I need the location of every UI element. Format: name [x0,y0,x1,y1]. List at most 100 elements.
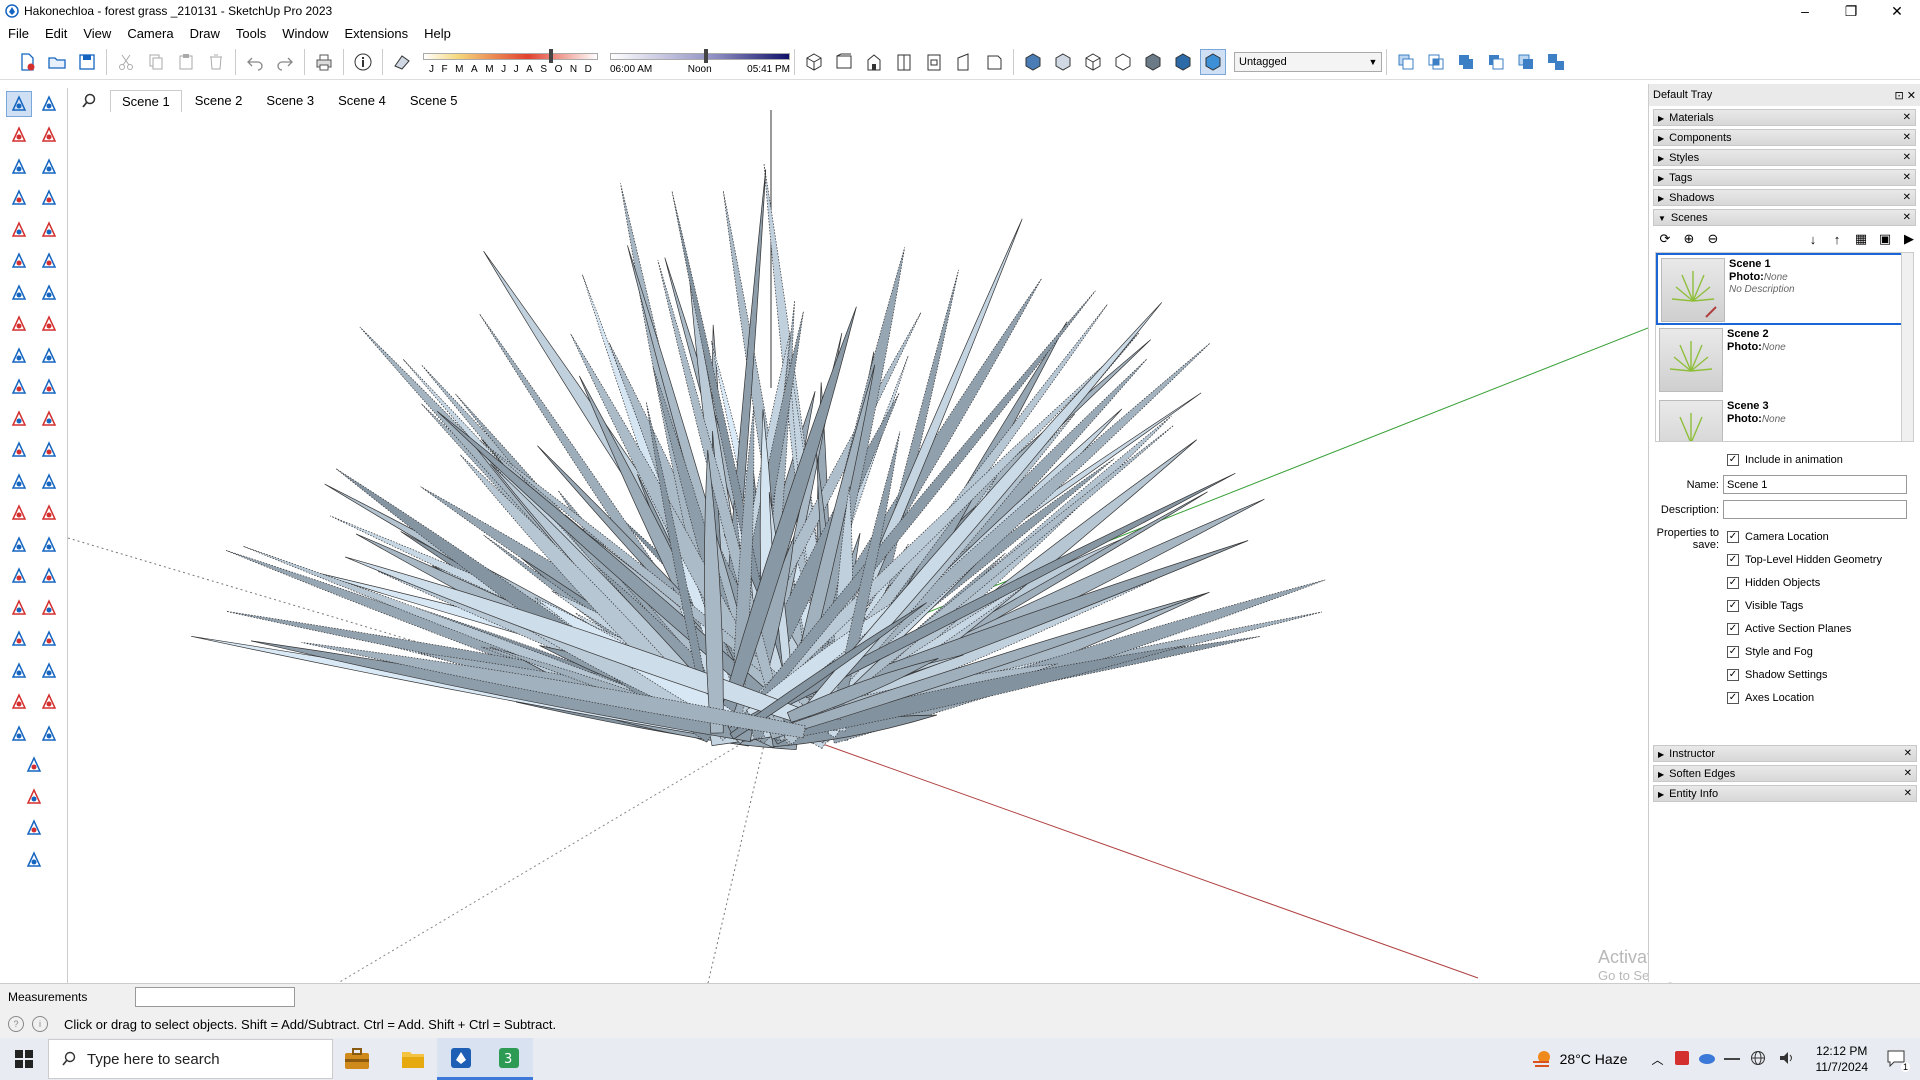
select-arrow-icon[interactable] [5,90,32,117]
walk-icon[interactable] [36,626,62,652]
property-checkbox[interactable]: ✓ [1727,599,1739,612]
move-scene-down-icon[interactable]: ↓ [1803,229,1823,249]
panel-instructor[interactable]: ▶ Instructor ✕ [1653,745,1917,762]
top-view-icon[interactable] [831,49,857,75]
back-view-icon[interactable] [921,49,947,75]
rotated-rectangle-icon[interactable] [36,217,62,243]
front-view-icon[interactable] [861,49,887,75]
close-icon[interactable]: ✕ [1903,112,1911,123]
panel-soften-edges[interactable]: ▶ Soften Edges ✕ [1653,765,1917,782]
menu-file[interactable]: File [0,26,37,41]
scene-card-2[interactable]: Scene 2 Photo:None [1656,325,1913,397]
search-icon[interactable] [68,90,110,112]
section-fill-icon[interactable] [36,532,62,558]
panel-materials[interactable]: ▶ Materials ✕ [1653,109,1916,126]
taskbar-search-input[interactable]: Type here to search [48,1039,333,1079]
sandbox-from-contours-icon[interactable] [6,689,32,715]
close-icon[interactable]: ✕ [1903,212,1911,223]
solid-tools-subtract-icon[interactable] [1483,49,1509,75]
zoom-icon[interactable] [6,563,32,589]
tray-menu-icon[interactable]: ▶ [1899,229,1919,249]
bottom-view-icon[interactable] [981,49,1007,75]
maximize-button[interactable]: ❐ [1828,0,1874,22]
pencil-line-icon[interactable] [6,185,32,211]
scene-card-3[interactable]: Scene 3 Photo:None [1656,397,1913,441]
taskbar-clock[interactable]: 12:12 PM 11/7/2024 [1816,1043,1869,1075]
tray-pin-close-icon[interactable]: ⊡ ✕ [1895,89,1917,102]
tape-measure-icon[interactable] [6,437,32,463]
drape-icon[interactable] [21,784,47,810]
copy-icon[interactable] [143,49,169,75]
iso-view-icon[interactable] [801,49,827,75]
volume-icon[interactable] [1778,1050,1796,1069]
layout-taskbar-icon[interactable]: 3 [485,1038,533,1080]
credits-icon[interactable]: i [32,1016,48,1032]
close-icon[interactable]: ✕ [1904,768,1912,779]
include-animation-checkbox[interactable]: ✓ [1727,453,1739,466]
scene-card-1[interactable]: Scene 1 Photo:None No Description [1656,253,1913,325]
panel-styles[interactable]: ▶ Styles ✕ [1653,149,1916,166]
three-point-arc-icon[interactable] [6,311,32,337]
windows-start-icon[interactable] [0,1038,48,1080]
make-component-icon[interactable] [6,154,32,180]
notifications-icon[interactable]: 1 [1886,1049,1910,1072]
paint-bucket-icon[interactable] [6,122,32,148]
right-view-icon[interactable] [891,49,917,75]
two-point-arc-icon[interactable] [36,280,62,306]
close-button[interactable]: ✕ [1874,0,1920,22]
eraser-icon[interactable] [36,122,62,148]
scene-tab-3[interactable]: Scene 3 [255,90,325,112]
menu-view[interactable]: View [75,26,119,41]
cut-icon[interactable] [113,49,139,75]
network-globe-icon[interactable] [1750,1050,1766,1069]
tag-dropdown[interactable]: Untagged ▼ [1234,51,1382,72]
section-plane-icon[interactable] [6,532,32,558]
property-checkbox[interactable]: ✓ [1727,691,1739,704]
property-checkbox[interactable]: ✓ [1727,530,1739,543]
shaded-style-icon[interactable] [1140,49,1166,75]
menu-window[interactable]: Window [274,26,336,41]
remove-scene-icon[interactable]: ⊖ [1703,229,1723,249]
scene-tab-1[interactable]: Scene 1 [110,90,182,112]
panel-tags[interactable]: ▶ Tags ✕ [1653,169,1916,186]
panel-components[interactable]: ▶ Components ✕ [1653,129,1916,146]
back-edges-style-icon[interactable] [1050,49,1076,75]
shadows-toggle-icon[interactable] [389,49,415,75]
solid-tools-trim-icon[interactable] [1513,49,1539,75]
solid-tools-union-icon[interactable] [1453,49,1479,75]
move-scene-up-icon[interactable]: ↑ [1827,229,1847,249]
panel-shadows[interactable]: ▶ Shadows ✕ [1653,189,1916,206]
update-scene-icon[interactable]: ⟳ [1655,229,1675,249]
warehouse-icon[interactable] [21,815,47,841]
scene-tab-5[interactable]: Scene 5 [399,90,469,112]
previous-view-icon[interactable] [36,595,62,621]
delete-icon[interactable] [203,49,229,75]
geolocation-icon[interactable]: ? [8,1016,24,1032]
polygon-icon[interactable] [36,248,62,274]
scene-tab-2[interactable]: Scene 2 [184,90,254,112]
extension-warehouse-icon[interactable] [21,847,47,873]
open-folder-icon[interactable] [44,49,70,75]
panel-entity-info[interactable]: ▶ Entity Info ✕ [1653,785,1917,802]
zoom-window-icon[interactable] [36,563,62,589]
tag-tool-icon[interactable] [36,154,62,180]
move-icon[interactable] [6,343,32,369]
circle-icon[interactable] [6,248,32,274]
monochrome-style-icon[interactable] [1200,48,1226,75]
sandbox-from-scratch-icon[interactable] [36,689,62,715]
follow-me-icon[interactable] [36,374,62,400]
print-icon[interactable] [311,49,337,75]
arc-icon[interactable] [6,280,32,306]
look-around-icon[interactable] [6,658,32,684]
model-viewport[interactable]: Scene 1 Scene 2 Scene 3 Scene 4 Scene 5 [68,88,1648,983]
show-details-icon[interactable]: ▣ [1875,229,1895,249]
cloud-app-icon[interactable] [1698,1051,1716,1068]
property-checkbox[interactable]: ✓ [1727,645,1739,658]
close-icon[interactable]: ✕ [1903,192,1911,203]
close-icon[interactable]: ✕ [1904,788,1912,799]
property-checkbox[interactable]: ✓ [1727,576,1739,589]
menu-edit[interactable]: Edit [37,26,75,41]
scenes-scrollbar[interactable] [1901,253,1913,441]
3d-text-icon[interactable] [36,500,62,526]
position-camera-icon[interactable] [6,626,32,652]
